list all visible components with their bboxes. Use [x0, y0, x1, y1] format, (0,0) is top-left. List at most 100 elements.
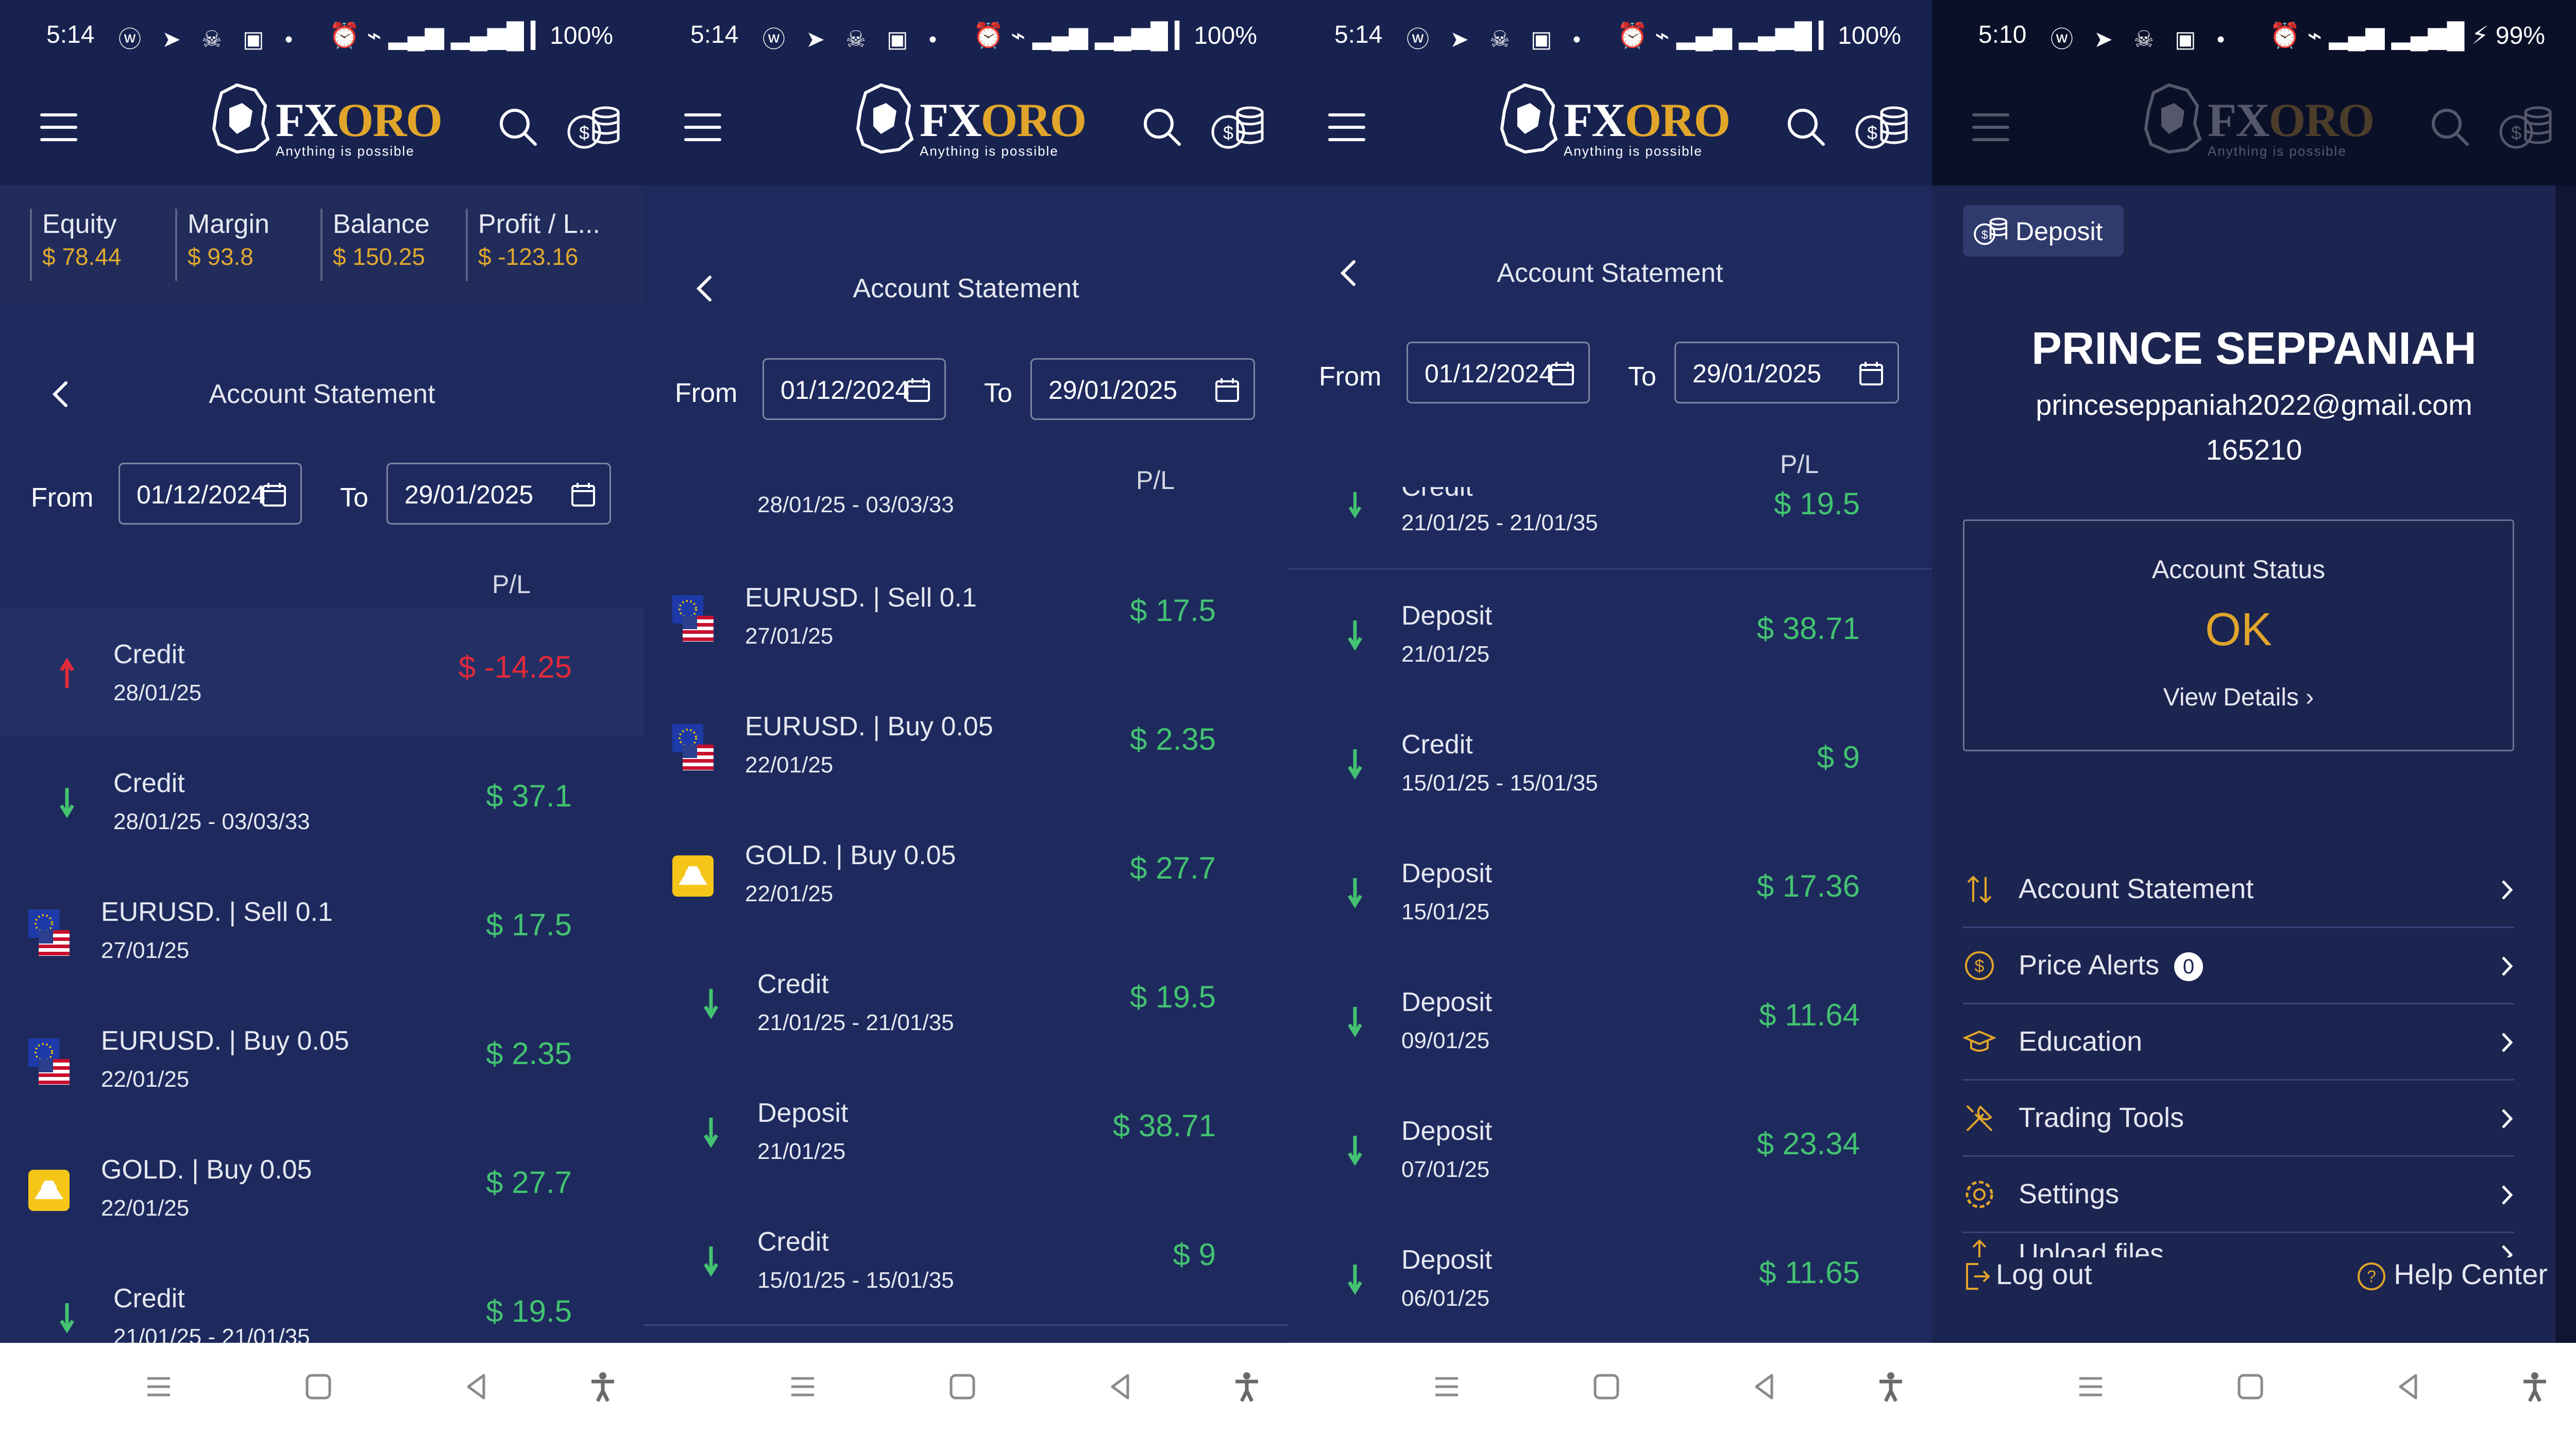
- accessibility-icon[interactable]: [587, 1371, 618, 1402]
- coins-icon[interactable]: $: [1209, 103, 1265, 150]
- transaction-row[interactable]: Deposit 09/01/25 $ 11.64: [1288, 956, 1932, 1086]
- brand-name: FXORO: [2208, 94, 2375, 146]
- view-details-link[interactable]: View Details ›: [1964, 683, 2513, 712]
- chevron-right-icon: [2502, 1109, 2513, 1129]
- transaction-row[interactable]: EURUSD. | Sell 0.1 27/01/25 $ 17.5: [644, 551, 1288, 682]
- hamburger-menu-icon[interactable]: [1972, 113, 2009, 144]
- calendar-icon[interactable]: [905, 377, 931, 403]
- to-date-input[interactable]: 29/01/2025: [1030, 358, 1255, 420]
- brand-tagline: Anything is possible: [920, 143, 1059, 159]
- brand-name: FXORO: [920, 94, 1087, 146]
- user-account-id: 165210: [2206, 433, 2302, 466]
- to-date-input[interactable]: 29/01/2025: [1674, 342, 1899, 403]
- transaction-row[interactable]: EURUSD. | Buy 0.05 22/01/25 $ 2.35: [0, 995, 644, 1125]
- accessibility-icon[interactable]: [1231, 1371, 1262, 1402]
- drawer-scrim[interactable]: [2555, 186, 2576, 1343]
- calendar-icon[interactable]: [1858, 361, 1884, 386]
- gold-icon: [672, 855, 714, 897]
- home-icon[interactable]: [1591, 1371, 1622, 1402]
- recent-apps-icon[interactable]: [1431, 1371, 1462, 1402]
- accessibility-icon[interactable]: [1875, 1371, 1906, 1402]
- deposit-button[interactable]: $ Deposit: [1963, 205, 2124, 257]
- arrow-down-green-icon: [704, 1247, 718, 1277]
- recent-apps-icon[interactable]: [143, 1371, 174, 1402]
- transaction-row[interactable]: GOLD. | Buy 0.05 22/01/25 $ 27.7: [644, 809, 1288, 939]
- back-icon[interactable]: [1105, 1371, 1136, 1402]
- tools-icon: [1966, 1105, 1993, 1132]
- transaction-row[interactable]: Deposit 15/01/25 $ 17.36: [1288, 827, 1932, 957]
- search-icon[interactable]: [497, 106, 538, 147]
- logout-button[interactable]: Log out: [1963, 1257, 2092, 1292]
- calendar-icon[interactable]: [261, 482, 287, 508]
- transaction-row[interactable]: Credit 28/01/25 $ -14.25: [0, 608, 644, 738]
- search-icon[interactable]: [1141, 106, 1182, 147]
- transaction-row[interactable]: Deposit 07/01/25 $ 23.34: [1288, 1085, 1932, 1215]
- menu-item-account-statement[interactable]: Account Statement: [1963, 850, 2514, 928]
- search-icon[interactable]: [2429, 106, 2470, 147]
- page-title: Account Statement: [209, 379, 435, 409]
- transaction-row[interactable]: Deposit 21/01/25 $ 38.71: [1288, 569, 1932, 700]
- hamburger-menu-icon[interactable]: [684, 113, 721, 144]
- back-icon[interactable]: [1749, 1371, 1780, 1402]
- transaction-row[interactable]: Credit 21/01/25 - 21/01/35 $ 19.5: [0, 1252, 644, 1343]
- transaction-row[interactable]: EURUSD. | Sell 0.1 27/01/25 $ 17.5: [0, 866, 644, 996]
- transaction-row[interactable]: GOLD. | Buy 0.05 22/01/25 $ 27.7: [0, 1123, 644, 1254]
- transaction-row[interactable]: Credit 28/01/25 - 03/03/33 $ 37.1: [0, 737, 644, 867]
- arrow-down-green-icon: [1348, 492, 1362, 518]
- from-date-input[interactable]: 01/12/2024: [118, 463, 302, 525]
- coins-icon[interactable]: $: [565, 103, 621, 150]
- svg-text:$: $: [1975, 956, 1985, 976]
- recent-apps-icon[interactable]: [787, 1371, 818, 1402]
- status-time: 5:14: [46, 21, 95, 48]
- status-time: 5:14: [1334, 21, 1383, 48]
- partial-row[interactable]: Credit 21/01/25 - 21/01/35 $ 19.5: [1288, 487, 1932, 570]
- system-icons: ⏰ ⌁ ▂▄▆ ▂▄▆█ ▎100%: [329, 22, 613, 49]
- status-bar: 5:14 ⓦ ➤ ☠ ▣ • ⏰ ⌁ ▂▄▆ ▂▄▆█ ▎100%: [644, 0, 1288, 72]
- to-date-input[interactable]: 29/01/2025: [386, 463, 611, 525]
- android-nav-bar: [1932, 1343, 2576, 1431]
- from-date-input[interactable]: 01/12/2024: [1406, 342, 1590, 403]
- brand-tagline: Anything is possible: [2208, 143, 2347, 159]
- transaction-row[interactable]: Credit 15/01/25 - 15/01/35 $ 9: [644, 1196, 1288, 1326]
- back-icon[interactable]: [461, 1371, 492, 1402]
- transaction-row[interactable]: Credit 15/01/25 - 15/01/35 $ 9: [1288, 698, 1932, 829]
- menu-item-settings[interactable]: Settings: [1963, 1155, 2514, 1233]
- calendar-icon[interactable]: [1214, 377, 1240, 403]
- transaction-row[interactable]: EURUSD. | Buy 0.05 22/01/25 $ 2.35: [644, 680, 1288, 811]
- coins-icon[interactable]: $: [1853, 103, 1909, 150]
- menu-item-price-alerts[interactable]: $ Price Alerts 0: [1963, 927, 2514, 1004]
- eu-us-flag-icon: [28, 1038, 70, 1085]
- home-icon[interactable]: [303, 1371, 334, 1402]
- swap-arrows-icon: [1967, 876, 1992, 903]
- home-icon[interactable]: [2235, 1371, 2266, 1402]
- recent-apps-icon[interactable]: [2075, 1371, 2106, 1402]
- back-icon[interactable]: [2393, 1371, 2424, 1402]
- android-nav-bar: [644, 1343, 1288, 1431]
- calendar-icon[interactable]: [1549, 361, 1575, 386]
- coins-icon[interactable]: $: [2497, 103, 2553, 150]
- chevron-right-icon: [2502, 880, 2513, 900]
- lion-logo-icon: [856, 83, 914, 154]
- hamburger-menu-icon[interactable]: [40, 113, 77, 144]
- transaction-row[interactable]: Credit 21/01/25 - 21/01/35 $ 19.5: [644, 938, 1288, 1068]
- menu-item-education[interactable]: Education: [1963, 1003, 2514, 1081]
- search-icon[interactable]: [1785, 106, 1826, 147]
- to-label: To: [340, 483, 368, 513]
- pl-column-header: P/L: [492, 570, 531, 599]
- from-date-input[interactable]: 01/12/2024: [762, 358, 946, 420]
- transaction-row[interactable]: Deposit 21/01/25 $ 38.71: [644, 1067, 1288, 1197]
- transaction-row[interactable]: Deposit 06/01/25 $ 11.65: [1288, 1214, 1932, 1343]
- accessibility-icon[interactable]: [2519, 1371, 2550, 1402]
- dollar-circle-icon: $: [1965, 951, 1994, 980]
- svg-text:$: $: [1981, 228, 1988, 241]
- brand-name: FXORO: [276, 94, 443, 146]
- menu-item-trading-tools[interactable]: Trading Tools: [1963, 1079, 2514, 1157]
- home-icon[interactable]: [947, 1371, 978, 1402]
- arrow-up-red-icon: [60, 658, 74, 688]
- arrow-down-green-icon: [60, 788, 74, 818]
- help-center-button[interactable]: ? Help Center: [2357, 1257, 2548, 1291]
- calendar-icon[interactable]: [570, 482, 596, 508]
- date-filter: From 01/12/2024 To 29/01/2025: [0, 463, 644, 530]
- hamburger-menu-icon[interactable]: [1328, 113, 1365, 144]
- eu-us-flag-icon: [672, 595, 714, 642]
